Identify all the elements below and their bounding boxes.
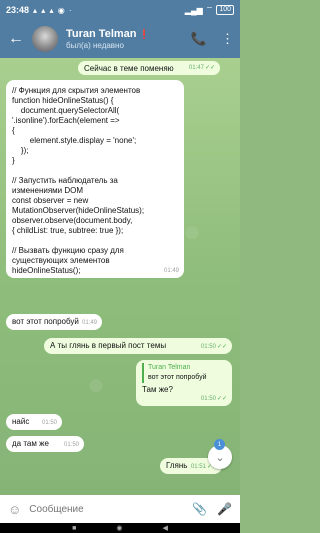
message-text: вот этот попробуй bbox=[12, 317, 79, 326]
message-text: // Функция для скрытия элементов functio… bbox=[12, 86, 145, 275]
menu-icon[interactable]: ⋮ bbox=[221, 31, 234, 47]
chevron-down-icon: ⌄ bbox=[215, 451, 225, 464]
chat-title[interactable]: Turan Telman ❗ был(а) недавно bbox=[66, 28, 150, 50]
avatar[interactable] bbox=[32, 26, 58, 52]
message-input[interactable] bbox=[29, 503, 187, 515]
message-text: А ты глянь в первый пост темы bbox=[50, 341, 167, 350]
microphone-icon[interactable]: 🎤 bbox=[217, 502, 232, 516]
message-bubble[interactable]: Сейчас в теме поменяю 01:47✓✓ bbox=[78, 61, 220, 75]
status-bar: 23:48 ▴ ▴ ▴ ◉ · ▂▄▆ ⌔ 100 bbox=[0, 0, 240, 20]
message-time: 01:50 bbox=[41, 420, 57, 426]
message-bubble[interactable]: да там же 01:50 bbox=[6, 436, 84, 452]
scroll-down-button[interactable]: ⌄ 1 bbox=[208, 439, 232, 469]
message-text: найс bbox=[12, 417, 30, 426]
read-ticks-icon: ✓✓ bbox=[216, 344, 227, 350]
call-icon[interactable]: 📞 bbox=[191, 31, 207, 47]
home-icon[interactable]: ◉ bbox=[116, 524, 122, 532]
message-time: 01:50 bbox=[200, 344, 216, 350]
notification-icons: ▴ ▴ ▴ ◉ · bbox=[33, 5, 73, 15]
message-time: 01:51 bbox=[190, 464, 206, 470]
read-ticks-icon: ✓✓ bbox=[216, 396, 227, 402]
message-bubble[interactable]: найс 01:50 bbox=[6, 414, 62, 430]
reply-quote[interactable]: Turan Telman вот этот попробуй bbox=[142, 363, 226, 383]
message-bubble[interactable]: вот этот попробуй 01:49 bbox=[6, 314, 102, 330]
message-bubble-reply[interactable]: Turan Telman вот этот попробуй Там же? 0… bbox=[136, 360, 232, 406]
wifi-icon: ⌔ bbox=[205, 5, 214, 14]
message-time: 01:50 bbox=[200, 396, 216, 402]
last-seen-status: был(а) недавно bbox=[66, 41, 124, 50]
message-text: да там же bbox=[12, 439, 49, 448]
message-time: 01:49 bbox=[163, 268, 179, 274]
message-text: Там же? bbox=[142, 385, 173, 394]
recent-apps-icon[interactable]: ■ bbox=[72, 525, 76, 532]
message-text: Сейчас в теме поменяю bbox=[84, 64, 174, 73]
system-nav-bar: ■ ◉ ◀ bbox=[0, 523, 240, 533]
message-bubble-code[interactable]: // Функция для скрытия элементов functio… bbox=[6, 80, 184, 278]
message-time: 01:50 bbox=[63, 442, 79, 448]
unread-count-badge: 1 bbox=[214, 439, 225, 450]
message-time: 01:49 bbox=[81, 320, 97, 326]
message-input-bar: ☺ 📎 🎤 bbox=[0, 495, 240, 523]
back-icon[interactable]: ◀ bbox=[162, 524, 167, 532]
chat-header: ← Turan Telman ❗ был(а) недавно 📞 ⋮ bbox=[0, 20, 240, 58]
message-text: Глянь bbox=[166, 461, 188, 470]
contact-name: Turan Telman bbox=[66, 28, 137, 40]
back-arrow-icon[interactable]: ← bbox=[6, 30, 26, 48]
badge-icon: ❗ bbox=[138, 29, 150, 39]
signal-icon: ▂▄▆ bbox=[184, 5, 203, 15]
message-bubble[interactable]: А ты глянь в первый пост темы 01:50✓✓ bbox=[44, 338, 232, 354]
emoji-icon[interactable]: ☺ bbox=[8, 502, 21, 517]
reply-text: вот этот попробуй bbox=[148, 374, 207, 381]
reply-author: Turan Telman bbox=[148, 364, 191, 371]
battery-icon: 100 bbox=[216, 5, 234, 15]
status-time: 23:48 bbox=[6, 5, 30, 15]
read-ticks-icon: ✓✓ bbox=[204, 65, 215, 71]
chat-area[interactable]: Сейчас в теме поменяю 01:47✓✓ // Функция… bbox=[0, 58, 240, 495]
message-time: 01:47 bbox=[188, 65, 204, 71]
attach-icon[interactable]: 📎 bbox=[192, 502, 207, 516]
